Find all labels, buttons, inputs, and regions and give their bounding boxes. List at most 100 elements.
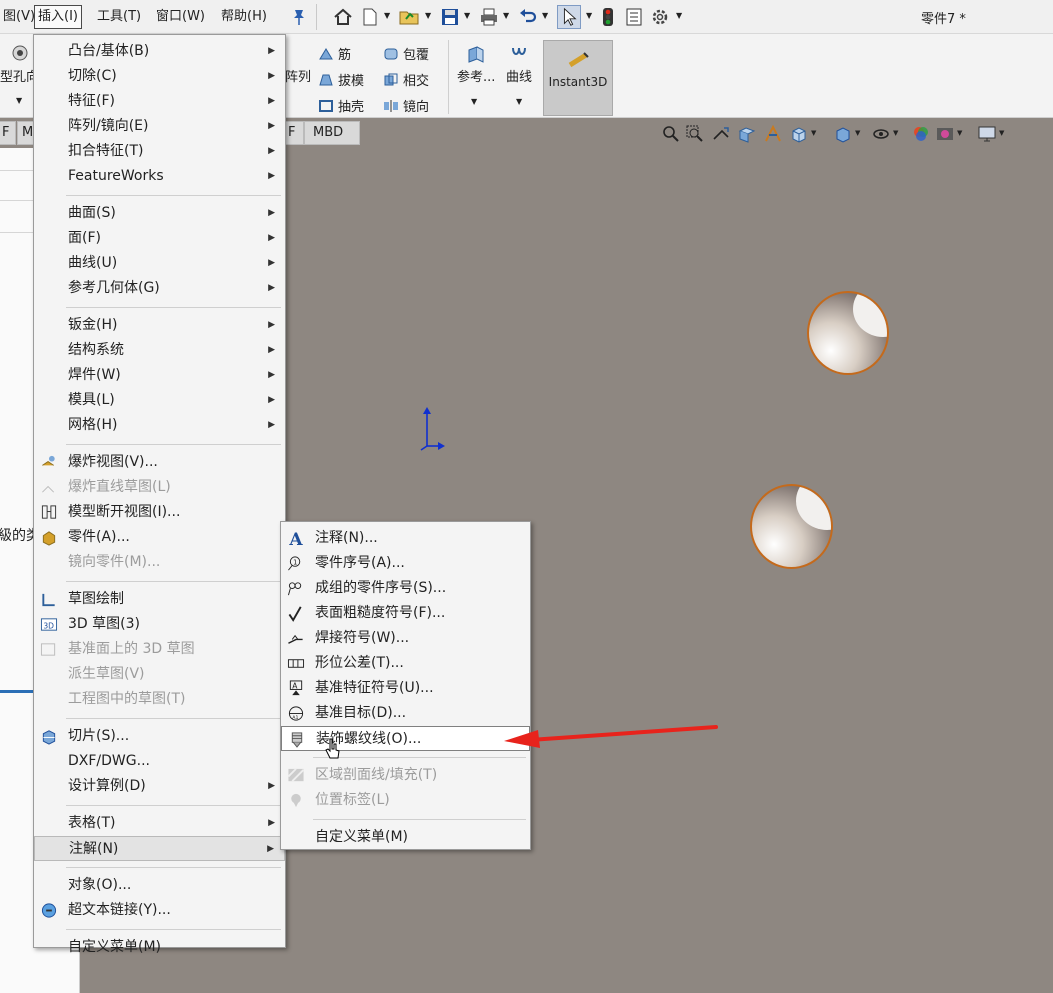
hole-wizard-icon[interactable] xyxy=(10,44,30,62)
intersect-button[interactable]: 相交 xyxy=(383,70,429,89)
insert-menu-item[interactable]: 焊件(W) ▶ xyxy=(34,363,285,388)
insert-menu-item[interactable]: 零件(A)... xyxy=(34,525,285,550)
view-settings-monitor-icon[interactable] xyxy=(978,125,996,143)
apply-scene-icon[interactable] xyxy=(936,125,954,143)
pin-icon[interactable] xyxy=(291,7,307,27)
hole-upper[interactable] xyxy=(807,291,889,375)
select-dropdown-icon[interactable]: ▼ xyxy=(586,11,592,31)
shell-button[interactable]: 抽壳 xyxy=(318,96,364,115)
insert-menu-item[interactable]: 凸台/基体(B) ▶ xyxy=(34,39,285,64)
insert-menu-item[interactable]: 曲线(U) ▶ xyxy=(34,251,285,276)
print-dropdown-icon[interactable]: ▼ xyxy=(503,11,509,31)
insert-menu-item[interactable]: 参考几何体(G) ▶ xyxy=(34,276,285,301)
apply-scene-dropdown-icon[interactable]: ▼ xyxy=(957,129,962,137)
zoom-area-icon[interactable] xyxy=(686,125,704,143)
zoom-to-fit-icon[interactable] xyxy=(662,125,680,143)
display-style-icon[interactable] xyxy=(834,125,852,143)
insert-menu-item[interactable]: 模具(L) ▶ xyxy=(34,388,285,413)
save-dropdown-icon[interactable]: ▼ xyxy=(464,11,470,31)
annotation-submenu-item[interactable]: 形位公差(T)... xyxy=(281,651,530,676)
tab-mbd[interactable]: MBD xyxy=(304,121,360,145)
insert-menu-item[interactable]: 超文本链接(Y)... xyxy=(34,898,285,923)
draft-button[interactable]: 拔模 xyxy=(318,70,364,89)
insert-menu-item[interactable]: 结构系统 ▶ xyxy=(34,338,285,363)
curves-dropdown-icon[interactable]: ▼ xyxy=(516,97,522,106)
insert-menu-item[interactable]: 设计算例(D) ▶ xyxy=(34,774,285,799)
select-pointer-icon[interactable] xyxy=(557,5,581,29)
new-document-icon[interactable] xyxy=(361,7,379,27)
insert-menu-item[interactable]: FeatureWorks ▶ xyxy=(34,164,285,189)
undo-icon[interactable] xyxy=(518,7,538,27)
annotation-submenu-item[interactable]: 1 零件序号(A)... xyxy=(281,551,530,576)
insert-menu-item[interactable]: 特征(F) ▶ xyxy=(34,89,285,114)
home-icon[interactable] xyxy=(333,7,353,27)
rib-button[interactable]: 筋 xyxy=(318,44,351,63)
previous-view-icon[interactable] xyxy=(712,125,730,143)
menu-help[interactable]: 帮助(H) xyxy=(218,5,270,29)
annotation-submenu-item[interactable]: A1 基准目标(D)... xyxy=(281,701,530,726)
file-properties-icon[interactable] xyxy=(625,7,643,27)
wrap-button[interactable]: 包覆 xyxy=(383,44,429,63)
hole-wizard-dropdown-icon[interactable]: ▼ xyxy=(16,96,22,105)
linear-pattern-label[interactable]: 阵列 xyxy=(285,66,311,85)
undo-dropdown-icon[interactable]: ▼ xyxy=(542,11,548,31)
hide-show-dropdown-icon[interactable]: ▼ xyxy=(893,129,898,137)
annotation-submenu-item[interactable]: A 基准特征符号(U)... xyxy=(281,676,530,701)
menu-separator xyxy=(66,307,281,308)
view-orientation-dropdown-icon[interactable]: ▼ xyxy=(811,129,816,137)
insert-menu-item[interactable]: 曲面(S) ▶ xyxy=(34,201,285,226)
reference-geometry-icon[interactable] xyxy=(466,44,486,64)
new-dropdown-icon[interactable]: ▼ xyxy=(384,11,390,31)
section-view-icon[interactable] xyxy=(738,125,756,143)
mirror-button[interactable]: 镜向 xyxy=(383,96,429,115)
insert-menu-item[interactable]: 切片(S)... xyxy=(34,724,285,749)
menu-view[interactable]: 图(V) xyxy=(0,5,38,29)
menu-tools[interactable]: 工具(T) xyxy=(94,5,144,29)
view-settings-dropdown-icon[interactable]: ▼ xyxy=(999,129,1004,137)
dynamic-annotation-icon[interactable] xyxy=(764,125,782,143)
options-gear-icon[interactable] xyxy=(651,7,669,27)
hide-show-items-icon[interactable] xyxy=(872,125,890,143)
insert-menu-item[interactable]: 面(F) ▶ xyxy=(34,226,285,251)
view-orientation-icon[interactable] xyxy=(790,125,808,143)
edit-appearance-icon[interactable] xyxy=(912,125,930,143)
menu-window[interactable]: 窗口(W) xyxy=(153,5,208,29)
annotation-submenu-item[interactable]: 自定义菜单(M) xyxy=(281,825,530,850)
insert-menu-item[interactable]: 注解(N) ▶ xyxy=(34,836,285,861)
tab-features-partial[interactable]: F xyxy=(0,121,16,145)
save-icon[interactable] xyxy=(440,7,460,27)
reference-geometry-label[interactable]: 参考... xyxy=(457,66,495,85)
annotation-submenu-item[interactable]: 成组的零件序号(S)... xyxy=(281,576,530,601)
insert-menu-item[interactable]: 3D 3D 草图(3) xyxy=(34,612,285,637)
insert-menu-item[interactable]: 表格(T) ▶ xyxy=(34,811,285,836)
insert-menu-item[interactable]: 切除(C) ▶ xyxy=(34,64,285,89)
insert-menu-item[interactable]: 爆炸视图(V)... xyxy=(34,450,285,475)
curves-icon[interactable] xyxy=(510,44,530,64)
insert-menu-item[interactable]: 扣合特征(T) ▶ xyxy=(34,139,285,164)
insert-menu-item[interactable]: 对象(O)... xyxy=(34,873,285,898)
hole-lower[interactable] xyxy=(750,484,833,569)
insert-menu-item[interactable]: 阵列/镜向(E) ▶ xyxy=(34,114,285,139)
insert-menu-item[interactable]: 网格(H) ▶ xyxy=(34,413,285,438)
insert-menu-item[interactable]: 模型断开视图(I)... xyxy=(34,500,285,525)
options-dropdown-icon[interactable]: ▼ xyxy=(676,11,682,31)
print-icon[interactable] xyxy=(479,7,499,27)
annotation-submenu-item[interactable]: 焊接符号(W)... xyxy=(281,626,530,651)
insert-menu-item[interactable]: 自定义菜单(M) xyxy=(34,935,285,960)
annotation-submenu-item[interactable]: A 注释(N)... xyxy=(281,526,530,551)
instant3d-button[interactable]: Instant3D xyxy=(543,40,613,116)
annotation-submenu-item[interactable]: 表面粗糙度符号(F)... xyxy=(281,601,530,626)
open-folder-icon[interactable] xyxy=(398,7,420,27)
display-style-dropdown-icon[interactable]: ▼ xyxy=(855,129,860,137)
annotation-submenu-item[interactable]: 装饰螺纹线(O)... xyxy=(281,726,530,751)
rebuild-traffic-light-icon[interactable] xyxy=(601,7,615,27)
tab-f-partial[interactable]: F xyxy=(284,121,304,145)
menu-item-label: 自定义菜单(M) xyxy=(68,939,162,955)
insert-menu-item[interactable]: 钣金(H) ▶ xyxy=(34,313,285,338)
reference-dropdown-icon[interactable]: ▼ xyxy=(471,97,477,106)
curves-label[interactable]: 曲线 xyxy=(506,66,532,85)
insert-menu-item[interactable]: DXF/DWG... xyxy=(34,749,285,774)
insert-menu-item[interactable]: 草图绘制 xyxy=(34,587,285,612)
menu-insert[interactable]: 插入(I) xyxy=(34,5,82,29)
open-dropdown-icon[interactable]: ▼ xyxy=(425,11,431,31)
